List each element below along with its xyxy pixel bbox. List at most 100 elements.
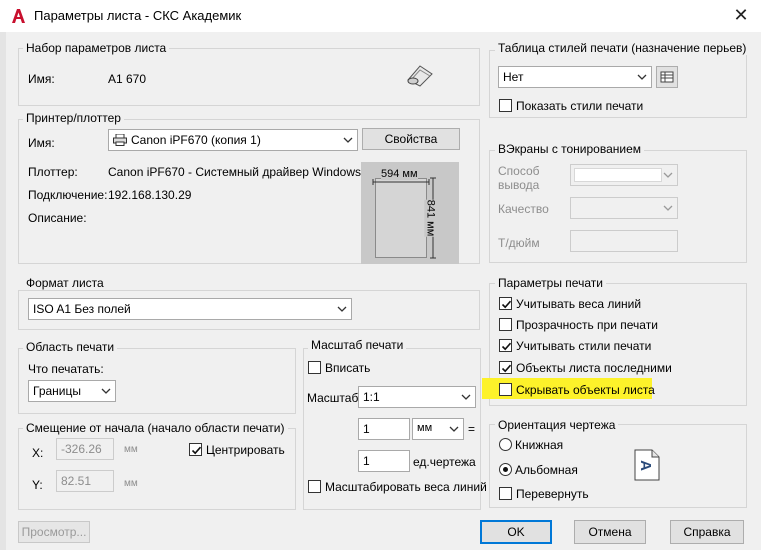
what-to-plot-value: Границы	[33, 384, 81, 398]
plot-style-select[interactable]: Нет	[498, 66, 652, 88]
ok-button[interactable]: OK	[480, 520, 552, 544]
page-setup-title: Набор параметров листа	[23, 41, 170, 55]
dpi-input[interactable]	[570, 230, 678, 252]
what-to-plot-label: Что печатать:	[28, 362, 104, 376]
portrait-label: Книжная	[515, 438, 564, 452]
what-to-plot-select[interactable]: Границы	[28, 380, 116, 402]
chevron-down-icon	[662, 169, 674, 181]
chevron-down-icon	[662, 202, 674, 214]
hide-paperspace-objects-label: Скрывать объекты листа	[516, 383, 655, 397]
plot-options-title: Параметры печати	[495, 276, 606, 290]
landscape-orientation-icon: A	[634, 449, 660, 481]
preview-button[interactable]: Просмотр...	[18, 521, 90, 543]
preview-height-label: 841 мм	[424, 199, 437, 237]
plot-lineweights-label: Учитывать веса линий	[516, 297, 642, 311]
quality-select[interactable]	[570, 197, 678, 219]
shade-plot-label-line1: Способ	[498, 164, 540, 178]
page-setup-name-value: A1 670	[108, 72, 147, 86]
scale-value2-input[interactable]: 1	[358, 450, 410, 472]
plot-style-table-title: Таблица стилей печати (назначение перьев…	[495, 41, 750, 55]
orientation-title: Ориентация чертежа	[495, 418, 619, 432]
offset-x-label: X:	[32, 446, 44, 460]
scale-value: 1:1	[363, 390, 380, 404]
offset-y-unit: мм	[124, 478, 138, 489]
edit-plot-style-button[interactable]	[656, 66, 678, 88]
landscape-radio[interactable]	[499, 463, 512, 476]
offset-y-label: Y:	[32, 478, 43, 492]
page-setup-name-label: Имя:	[28, 72, 55, 86]
show-plot-styles-checkbox[interactable]	[499, 99, 512, 112]
connection-label: Подключение:	[28, 188, 108, 202]
scale-select[interactable]: 1:1	[358, 386, 476, 408]
close-icon: ✕	[733, 5, 749, 25]
plotter-label: Плоттер:	[28, 165, 78, 179]
chevron-down-icon	[100, 385, 112, 397]
paper-size-select[interactable]: ISO A1 Без полей	[28, 298, 352, 320]
table-edit-icon	[660, 70, 674, 87]
plot-with-styles-label: Учитывать стили печати	[516, 339, 652, 353]
window-title: Параметры листа - СКС Академик	[34, 8, 242, 23]
connection-value: 192.168.130.29	[108, 188, 192, 202]
offset-x-unit: мм	[124, 444, 138, 455]
hide-paperspace-objects-checkbox[interactable]	[499, 383, 512, 396]
plot-area-title: Область печати	[23, 340, 118, 354]
center-plot-checkbox[interactable]	[189, 443, 202, 456]
fit-to-paper-checkbox[interactable]	[308, 361, 321, 374]
plot-transparency-checkbox[interactable]	[499, 318, 512, 331]
cancel-button[interactable]: Отмена	[574, 520, 646, 544]
shade-plot-select[interactable]	[570, 164, 678, 186]
scale-equals-sign: =	[468, 422, 476, 436]
plot-style-value: Нет	[503, 70, 524, 84]
offset-y-input[interactable]: 82.51	[56, 470, 114, 492]
printer-properties-button[interactable]: Свойства	[362, 128, 460, 150]
shade-plot-label-line2: вывода	[498, 178, 540, 192]
paper-preview-sheet	[375, 178, 427, 258]
plot-upside-down-label: Перевернуть	[516, 487, 589, 501]
plot-scale-title: Масштаб печати	[308, 338, 407, 352]
paper-size-value: ISO A1 Без полей	[33, 302, 131, 316]
orientation-icon-letter: A	[636, 460, 654, 471]
chevron-down-icon	[448, 423, 460, 435]
plot-offset-title: Смещение от начала (начало области печат…	[23, 421, 288, 435]
printer-name-value: Canon iPF670 (копия 1)	[131, 133, 261, 147]
preview-width-dimension-line	[372, 174, 430, 185]
offset-x-input[interactable]: -326.26	[56, 438, 114, 460]
printer-icon	[113, 133, 127, 146]
plotter-value: Canon iPF670 - Системный драйвер Windows…	[108, 165, 382, 179]
portrait-radio[interactable]	[499, 438, 512, 451]
show-plot-styles-label: Показать стили печати	[516, 99, 644, 113]
quality-label: Качество	[498, 202, 549, 216]
paper-roll-icon	[404, 62, 436, 88]
chevron-down-icon	[336, 303, 348, 315]
plot-paperspace-last-label: Объекты листа последними	[516, 361, 672, 375]
drawing-units-label: ед.чертежа	[413, 455, 476, 469]
printer-name-label: Имя:	[28, 136, 55, 150]
printer-group-title: Принтер/плоттер	[23, 111, 124, 125]
scale-lineweights-label: Масштабировать веса линий	[325, 480, 487, 494]
plot-transparency-label: Прозрачность при печати	[516, 318, 658, 332]
center-plot-label: Центрировать	[206, 443, 285, 457]
plot-paperspace-last-checkbox[interactable]	[499, 361, 512, 374]
plot-upside-down-checkbox[interactable]	[499, 487, 512, 500]
autocad-app-icon	[10, 8, 26, 24]
shaded-viewport-title: ВЭкраны с тонированием	[495, 142, 645, 156]
plot-with-styles-checkbox[interactable]	[499, 339, 512, 352]
help-button[interactable]: Справка	[670, 520, 744, 544]
dpi-label: Т/дюйм	[498, 236, 540, 250]
fit-to-paper-label: Вписать	[325, 361, 371, 375]
scale-lineweights-checkbox[interactable]	[308, 480, 321, 493]
scale-value1-input[interactable]: 1	[358, 418, 410, 440]
paper-size-title: Формат листа	[23, 276, 107, 290]
close-button[interactable]: ✕	[730, 5, 752, 27]
landscape-label: Альбомная	[515, 463, 578, 477]
scale-unit-select[interactable]: мм	[412, 418, 464, 440]
plot-lineweights-checkbox[interactable]	[499, 297, 512, 310]
chevron-down-icon	[460, 391, 472, 403]
description-label: Описание:	[28, 211, 87, 225]
chevron-down-icon	[342, 134, 354, 146]
chevron-down-icon	[636, 71, 648, 83]
left-edge-strip	[0, 32, 6, 550]
scale-label: Масштаб:	[307, 391, 362, 405]
scale-unit-value: мм	[417, 422, 433, 434]
printer-name-select[interactable]: Canon iPF670 (копия 1)	[108, 129, 358, 151]
